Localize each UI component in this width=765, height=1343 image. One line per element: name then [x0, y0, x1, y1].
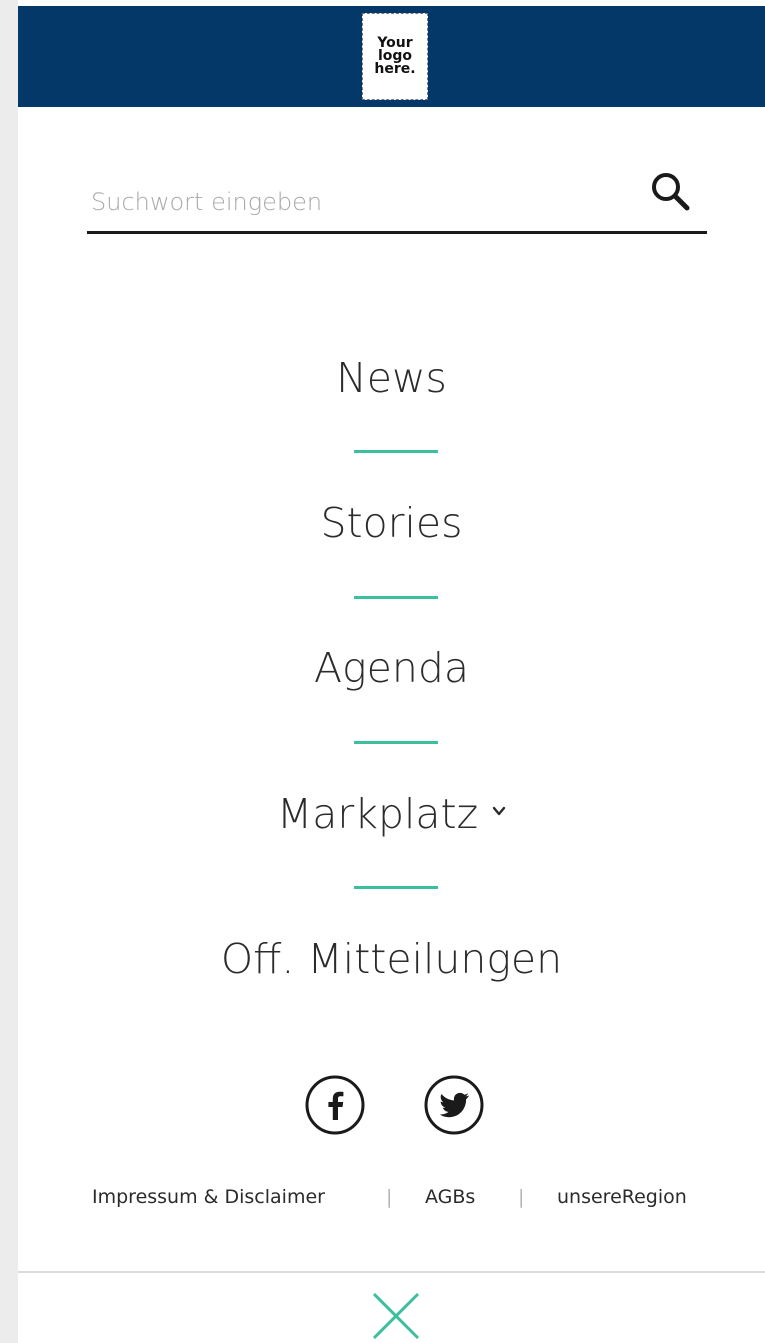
search-icon[interactable] [645, 166, 695, 216]
mobile-menu-panel: Your logo here. News Stories Agenda Mark… [18, 0, 765, 1343]
close-icon[interactable] [370, 1290, 422, 1342]
nav-item-label: Markplatz [276, 790, 479, 838]
twitter-icon[interactable] [423, 1074, 485, 1136]
bottom-divider [18, 1271, 765, 1273]
nav-item-stories[interactable]: Stories [18, 498, 765, 548]
nav-item-off-mitteilungen[interactable]: Off. Mitteilungen [18, 934, 765, 984]
nav-item-label: Off. Mitteilungen [220, 935, 563, 983]
footer-separator: | [518, 1186, 525, 1208]
nav-item-agenda[interactable]: Agenda [18, 643, 765, 693]
nav-divider [354, 596, 438, 599]
nav-item-label: Agenda [313, 644, 469, 692]
nav-divider [354, 741, 438, 744]
nav-item-label: Stories [320, 499, 463, 547]
footer-link-unsereregion[interactable]: unsereRegion [557, 1186, 687, 1208]
nav-item-markplatz[interactable]: Markplatz [18, 789, 765, 839]
footer-separator: | [386, 1186, 393, 1208]
nav-item-news[interactable]: News [18, 353, 765, 403]
search-bar [87, 160, 707, 234]
search-input[interactable] [91, 182, 611, 222]
nav-divider [354, 450, 438, 453]
nav-item-label: News [336, 354, 447, 402]
logo[interactable]: Your logo here. [362, 13, 428, 100]
header-bar: Your logo here. [18, 6, 765, 107]
nav-divider [354, 886, 438, 889]
chevron-down-icon[interactable] [492, 804, 506, 818]
footer-link-agbs[interactable]: AGBs [425, 1186, 475, 1208]
logo-text: Your logo here. [374, 35, 416, 77]
facebook-icon[interactable] [304, 1074, 366, 1136]
footer-link-impressum[interactable]: Impressum & Disclaimer [92, 1186, 325, 1208]
